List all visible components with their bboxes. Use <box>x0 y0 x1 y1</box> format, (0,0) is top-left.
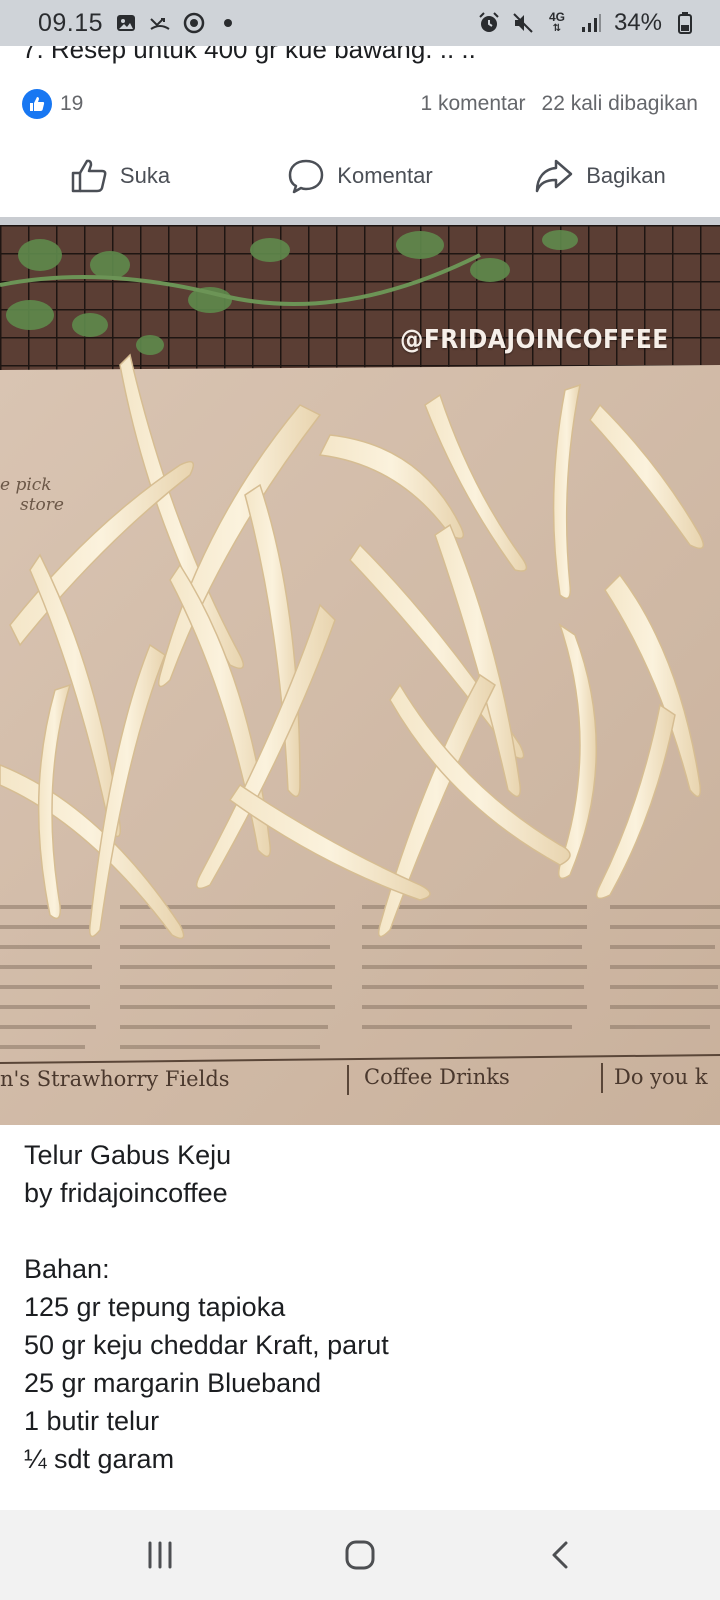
post-photo[interactable]: @FRIDAJOINCOFFEE e pick store n's Strawh… <box>0 225 720 1125</box>
recent-apps-button[interactable] <box>120 1525 200 1585</box>
section-divider <box>0 217 720 225</box>
post-action-bar: Suka Komentar Bagikan <box>0 146 720 206</box>
newspaper-heading-line: e pick <box>0 475 52 495</box>
battery-percent: 34% <box>613 9 662 36</box>
caption-line: 50 gr keju cheddar Kraft, parut <box>24 1330 389 1360</box>
share-button[interactable]: Bagikan <box>480 158 720 194</box>
missed-call-icon <box>149 12 171 34</box>
caption-line: Bahan: <box>24 1254 110 1284</box>
newspaper-footer-text: Do you k <box>614 1065 708 1089</box>
caption-line: 125 gr tepung tapioka <box>24 1292 286 1322</box>
location-icon <box>183 12 205 34</box>
newspaper-footer-text: Coffee Drinks <box>364 1065 510 1089</box>
caption-line: Telur Gabus Keju <box>24 1140 232 1170</box>
post-caption: Telur Gabus Keju by fridajoincoffee Baha… <box>24 1136 696 1478</box>
mute-icon <box>512 12 534 34</box>
network-label: 4G <box>548 10 565 24</box>
shares-count[interactable]: 22 kali dibagikan <box>542 92 698 116</box>
network-4g-icon: 4G ⇅ <box>548 10 565 34</box>
status-time: 09.15 <box>38 8 104 37</box>
caption-line: 25 gr margarin Blueband <box>24 1368 322 1398</box>
dot-icon <box>217 12 239 34</box>
recent-apps-icon <box>148 1541 172 1569</box>
newspaper-heading: e pick store <box>0 475 64 515</box>
likes-count[interactable]: 19 <box>60 92 83 116</box>
home-icon <box>345 1540 375 1570</box>
battery-icon <box>674 12 696 34</box>
comment-label: Komentar <box>337 163 433 188</box>
system-nav-bar <box>0 1510 720 1600</box>
reactions-row: 19 1 komentar 22 kali dibagikan <box>22 88 698 120</box>
home-button[interactable] <box>320 1525 400 1585</box>
comment-bubble-icon <box>287 158 325 194</box>
back-button[interactable] <box>520 1525 600 1585</box>
thumbs-up-icon <box>70 158 108 194</box>
like-label: Suka <box>119 163 171 188</box>
newspaper-heading-line: store <box>20 495 64 515</box>
like-reaction-icon[interactable] <box>22 89 52 119</box>
alarm-icon <box>478 12 500 34</box>
back-chevron-icon <box>552 1541 568 1569</box>
photo-illustration <box>0 225 720 1125</box>
like-button[interactable]: Suka <box>0 158 240 194</box>
caption-line: by fridajoincoffee <box>24 1178 228 1208</box>
share-label: Bagikan <box>586 163 666 188</box>
gallery-icon <box>115 12 137 34</box>
comments-count[interactable]: 1 komentar <box>420 92 525 116</box>
status-bar: 09.15 4G ⇅ 34% <box>0 0 720 46</box>
comment-button[interactable]: Komentar <box>240 158 480 194</box>
caption-line <box>24 1212 696 1250</box>
newspaper-footer: n's Strawhorry Fields Coffee Drinks Do y… <box>0 1065 720 1095</box>
newspaper-footer-text: n's Strawhorry Fields <box>0 1067 230 1091</box>
caption-line: 1 butir telur <box>24 1406 160 1436</box>
signal-icon <box>580 12 602 34</box>
share-arrow-icon <box>534 158 574 194</box>
photo-watermark: @FRIDAJOINCOFFEE <box>400 325 669 355</box>
caption-line: ¼ sdt garam <box>24 1444 175 1474</box>
